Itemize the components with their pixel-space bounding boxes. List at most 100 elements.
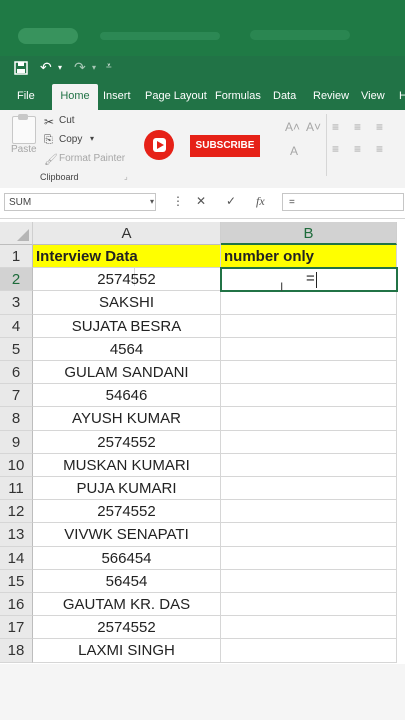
cell-b[interactable]	[221, 477, 397, 501]
cell-b[interactable]	[221, 337, 397, 361]
cell-b[interactable]	[221, 453, 397, 477]
row-header[interactable]: 1	[0, 245, 33, 269]
cell-a[interactable]: Interview Data	[33, 245, 221, 269]
cell-b[interactable]	[221, 569, 397, 593]
tab-file[interactable]: File	[14, 84, 38, 110]
align-top-icon[interactable]: ≡	[332, 120, 339, 134]
cell-a[interactable]: 4564	[33, 337, 221, 361]
row-header[interactable]: 18	[0, 639, 33, 663]
fill-color-icon[interactable]: A	[290, 144, 298, 158]
cell-a[interactable]: SUJATA BESRA	[33, 314, 221, 338]
cell-b[interactable]	[221, 430, 397, 454]
cell-a[interactable]: 2574552	[33, 268, 221, 292]
row-header[interactable]: 7	[0, 384, 33, 408]
enter-icon[interactable]: ✓	[226, 194, 236, 208]
cell-a[interactable]: 2574552	[33, 616, 221, 640]
cell-a[interactable]: VIVWK SENAPATI	[33, 523, 221, 547]
cell-a[interactable]: AYUSH KUMAR	[33, 407, 221, 431]
table-row: 12 2574552	[0, 500, 405, 524]
row-header[interactable]: 11	[0, 477, 33, 501]
cell-b[interactable]	[221, 523, 397, 547]
save-icon[interactable]	[14, 61, 28, 78]
tab-insert[interactable]: Insert	[100, 84, 134, 110]
chevron-down-icon[interactable]: ▾	[150, 197, 154, 206]
tab-help[interactable]: H	[396, 84, 405, 110]
paste-label[interactable]: Paste	[11, 144, 37, 155]
decrease-font-icon[interactable]: A˅	[306, 120, 321, 134]
row-header[interactable]: 12	[0, 500, 33, 524]
row-header[interactable]: 9	[0, 430, 33, 454]
cell-a[interactable]: 2574552	[33, 430, 221, 454]
tab-view[interactable]: View	[358, 84, 388, 110]
cut-button[interactable]: Cut	[59, 115, 75, 126]
tab-home[interactable]: Home	[52, 84, 98, 110]
cell-b[interactable]	[221, 361, 397, 385]
row-header[interactable]: 2	[0, 268, 33, 292]
cell-a[interactable]: MUSKAN KUMARI	[33, 453, 221, 477]
cell-b[interactable]	[221, 291, 397, 315]
align-center-icon[interactable]: ≡	[354, 142, 361, 156]
tab-formulas[interactable]: Formulas	[212, 84, 264, 110]
cell-b[interactable]	[221, 384, 397, 408]
cell-a[interactable]: GAUTAM KR. DAS	[33, 593, 221, 617]
cell-a[interactable]: PUJA KUMARI	[33, 477, 221, 501]
formula-input[interactable]: =	[282, 193, 404, 211]
customize-qat-icon[interactable]: ⩡	[106, 61, 112, 72]
align-left-icon[interactable]: ≡	[332, 142, 339, 156]
paste-icon[interactable]	[12, 114, 36, 144]
cell-b[interactable]	[221, 314, 397, 338]
row-header[interactable]: 4	[0, 314, 33, 338]
row-header[interactable]: 3	[0, 291, 33, 315]
cell-a[interactable]: 56454	[33, 569, 221, 593]
cell-b[interactable]	[221, 639, 397, 663]
cell-b[interactable]	[221, 500, 397, 524]
row-header[interactable]: 16	[0, 593, 33, 617]
cell-a[interactable]: 54646	[33, 384, 221, 408]
column-header-b[interactable]: B	[221, 222, 397, 245]
cell-a[interactable]: 2574552	[33, 500, 221, 524]
tab-data[interactable]: Data	[270, 84, 299, 110]
tab-page-layout[interactable]: Page Layout	[142, 84, 210, 110]
cancel-icon[interactable]: ✕	[196, 194, 206, 208]
cell-b[interactable]	[221, 593, 397, 617]
align-bottom-icon[interactable]: ≡	[376, 120, 383, 134]
row-header[interactable]: 13	[0, 523, 33, 547]
tab-review[interactable]: Review	[310, 84, 352, 110]
column-header-a[interactable]: A	[33, 222, 221, 245]
active-cell-b2[interactable]: =	[220, 267, 398, 292]
chevron-down-icon[interactable]: ▾	[58, 63, 62, 72]
cell-b[interactable]	[221, 546, 397, 570]
format-painter-icon[interactable]: 🖌	[44, 153, 58, 166]
row-header[interactable]: 5	[0, 337, 33, 361]
scissors-icon[interactable]: ✂	[44, 115, 54, 129]
copy-icon[interactable]: ⎘	[44, 134, 53, 147]
dialog-launcher-icon[interactable]: ⌟	[124, 172, 128, 181]
row-header[interactable]: 8	[0, 407, 33, 431]
clipboard-group-label: Clipboard	[40, 172, 79, 182]
cell-a[interactable]: GULAM SANDANI	[33, 361, 221, 385]
cell-a[interactable]: 566454	[33, 546, 221, 570]
cell-a[interactable]: SAKSHI	[33, 291, 221, 315]
row-header[interactable]: 10	[0, 453, 33, 477]
align-middle-icon[interactable]: ≡	[354, 120, 361, 134]
row-header[interactable]: 17	[0, 616, 33, 640]
undo-icon[interactable]: ↶	[40, 59, 52, 76]
align-right-icon[interactable]: ≡	[376, 142, 383, 156]
select-all-corner[interactable]	[0, 222, 33, 245]
cell-b[interactable]	[221, 616, 397, 640]
format-painter-button[interactable]: Format Painter	[59, 153, 125, 164]
redo-icon[interactable]: ↷	[74, 59, 86, 76]
insert-function-icon[interactable]: fx	[256, 194, 265, 209]
increase-font-icon[interactable]: A˄	[285, 120, 300, 134]
name-box[interactable]: SUM	[4, 193, 156, 211]
cell-b[interactable]	[221, 407, 397, 431]
row-header[interactable]: 6	[0, 361, 33, 385]
table-row: 3 SAKSHI	[0, 291, 405, 315]
row-header[interactable]: 14	[0, 546, 33, 570]
chevron-down-icon[interactable]: ▾	[90, 134, 94, 143]
cell-a[interactable]: LAXMI SINGH	[33, 639, 221, 663]
chevron-down-icon[interactable]: ▾	[92, 63, 96, 72]
copy-button[interactable]: Copy	[59, 134, 82, 145]
cell-b[interactable]: number only	[221, 245, 397, 269]
row-header[interactable]: 15	[0, 569, 33, 593]
